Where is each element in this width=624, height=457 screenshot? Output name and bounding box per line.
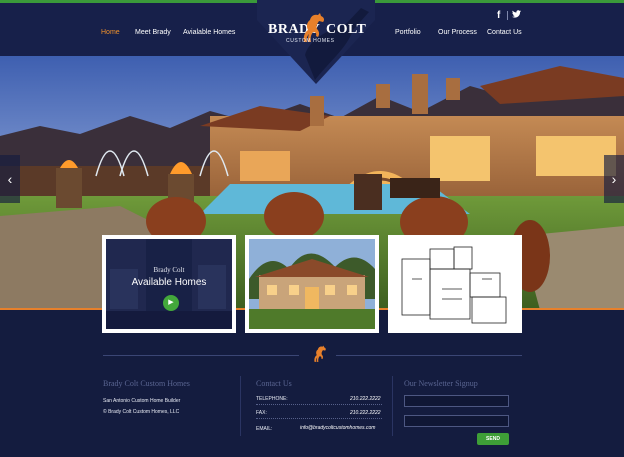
fax-label: FAX: [256,410,267,416]
card-floor-plan[interactable] [388,235,522,333]
footer-column-divider-1 [240,376,241,436]
footer-column-divider-2 [392,376,393,436]
nav-our-process[interactable]: Our Process [438,29,477,36]
newsletter-email-input[interactable] [404,415,509,427]
card-house-photo[interactable] [245,235,379,333]
telephone-value[interactable]: 210.222.2222 [350,396,381,402]
logo-tagline: CUSTOM HOMES [286,38,335,44]
footer-company-line1: San Antonio Custom Home Builder [103,398,181,404]
contact-separator [256,404,382,405]
social-divider [507,11,508,20]
footer-copyright: © Brady Colt Custom Homes, LLC [103,409,180,415]
footer-company-heading: Brady Colt Custom Homes [103,379,190,388]
card-floor-plan-inner [392,239,518,329]
card-title: Brady Colt [153,266,185,274]
nav-contact-us[interactable]: Contact Us [487,29,522,36]
hero-prev-arrow[interactable]: ‹ [0,155,20,203]
facebook-icon[interactable]: f [497,10,500,21]
nav-meet-brady[interactable]: Meet Brady [135,29,171,36]
card-available-homes-inner: Brady Colt Available Homes ▶ [106,239,232,329]
fax-value: 210.222.2222 [350,410,381,416]
nav-portfolio[interactable]: Portfolio [395,29,421,36]
hero-next-arrow[interactable]: › [604,155,624,203]
contact-separator [256,418,382,419]
twitter-icon[interactable] [512,10,521,21]
logo-word-colt[interactable]: COLT [326,22,366,38]
newsletter-name-input[interactable] [404,395,509,407]
card-subtitle: Available Homes [131,277,207,288]
card-house-photo-inner [249,239,375,329]
footer-contact-heading: Contact Us [256,379,292,388]
email-label: EMAIL: [256,426,273,432]
nav-home[interactable]: Home [101,29,120,36]
nav-available-homes[interactable]: Avialable Homes [183,29,235,36]
play-icon[interactable]: ▶ [163,295,179,311]
house-photo [249,239,375,329]
send-button[interactable]: SEND [477,433,509,445]
telephone-label: TELEPHONE: [256,396,288,402]
newsletter-heading: Our Newsletter Signup [404,379,478,388]
footer-divider-left [103,355,299,356]
footer-divider-right [336,355,522,356]
footer-horse-icon [314,345,326,362]
floor-plan-image [401,246,507,324]
card-available-homes[interactable]: Brady Colt Available Homes ▶ [102,235,236,333]
email-link[interactable]: info@bradycoltcustomhomes.com [300,425,375,431]
